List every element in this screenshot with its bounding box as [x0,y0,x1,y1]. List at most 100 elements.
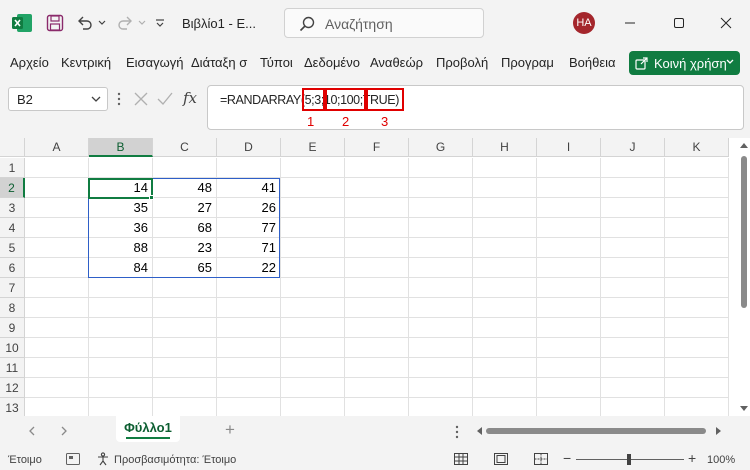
cell-j9[interactable] [601,318,665,338]
cell-g8[interactable] [409,298,473,318]
cell-i7[interactable] [537,278,601,298]
cell-d1[interactable] [217,158,281,178]
fill-handle[interactable] [149,195,154,200]
cell-j11[interactable] [601,358,665,378]
cell-i8[interactable] [537,298,601,318]
cell-c12[interactable] [153,378,217,398]
cell-k11[interactable] [665,358,729,378]
cell-d7[interactable] [217,278,281,298]
minimize-icon[interactable] [620,13,640,33]
cell-j12[interactable] [601,378,665,398]
cell-i1[interactable] [537,158,601,178]
cell-g9[interactable] [409,318,473,338]
page-break-view-icon[interactable] [534,453,548,465]
cell-j2[interactable] [601,178,665,198]
row-header-4[interactable]: 4 [0,218,25,238]
cell-j1[interactable] [601,158,665,178]
cell-e5[interactable] [281,238,345,258]
vertical-scrollbar[interactable] [738,138,750,416]
row-header-6[interactable]: 6 [0,258,25,278]
horizontal-scroll-thumb[interactable] [486,428,706,434]
tab-data[interactable]: Δεδομένο [304,55,360,70]
scroll-left-icon[interactable] [476,427,482,435]
cell-f1[interactable] [345,158,409,178]
cell-e4[interactable] [281,218,345,238]
cancel-icon[interactable] [134,92,148,106]
cell-g6[interactable] [409,258,473,278]
cell-f13[interactable] [345,398,409,418]
cell-j3[interactable] [601,198,665,218]
cell-h2[interactable] [473,178,537,198]
search-box[interactable]: Αναζήτηση [284,8,484,38]
cell-b5[interactable]: 88 [89,238,153,258]
cell-k1[interactable] [665,158,729,178]
row-header-1[interactable]: 1 [0,158,25,178]
cell-j4[interactable] [601,218,665,238]
cell-i2[interactable] [537,178,601,198]
more-options-icon[interactable] [455,425,459,439]
cell-b8[interactable] [89,298,153,318]
cell-h7[interactable] [473,278,537,298]
cell-g11[interactable] [409,358,473,378]
cell-i6[interactable] [537,258,601,278]
cell-e2[interactable] [281,178,345,198]
cell-k4[interactable] [665,218,729,238]
cell-k13[interactable] [665,398,729,418]
cell-b7[interactable] [89,278,153,298]
close-icon[interactable] [716,13,736,33]
cell-k12[interactable] [665,378,729,398]
column-header-c[interactable]: C [153,138,217,157]
cell-a11[interactable] [25,358,89,378]
tab-file[interactable]: Αρχείο [10,55,49,70]
horizontal-scrollbar[interactable] [476,426,724,436]
column-header-k[interactable]: K [665,138,729,157]
cell-j13[interactable] [601,398,665,418]
more-options-icon[interactable] [117,92,121,106]
normal-view-icon[interactable] [454,453,468,465]
cell-d9[interactable] [217,318,281,338]
cell-d10[interactable] [217,338,281,358]
cell-e1[interactable] [281,158,345,178]
cell-e13[interactable] [281,398,345,418]
row-header-8[interactable]: 8 [0,298,25,318]
page-layout-view-icon[interactable] [494,453,508,465]
cell-a2[interactable] [25,178,89,198]
cell-c5[interactable]: 23 [153,238,217,258]
cell-h9[interactable] [473,318,537,338]
cell-f5[interactable] [345,238,409,258]
cell-k9[interactable] [665,318,729,338]
vertical-scroll-thumb[interactable] [741,156,747,308]
add-sheet-button[interactable]: + [225,420,235,440]
cell-a7[interactable] [25,278,89,298]
cell-g7[interactable] [409,278,473,298]
chevron-left-icon[interactable] [28,426,36,436]
cell-c4[interactable]: 68 [153,218,217,238]
cell-k8[interactable] [665,298,729,318]
redo-icon[interactable] [114,12,136,34]
cell-i9[interactable] [537,318,601,338]
cell-j8[interactable] [601,298,665,318]
cell-c6[interactable]: 65 [153,258,217,278]
status-accessibility[interactable]: Προσβασιμότητα: Έτοιμο [114,454,236,466]
cell-b6[interactable]: 84 [89,258,153,278]
cell-i12[interactable] [537,378,601,398]
cell-d3[interactable]: 26 [217,198,281,218]
cell-f2[interactable] [345,178,409,198]
scroll-down-icon[interactable] [740,406,748,412]
cell-b1[interactable] [89,158,153,178]
customize-toolbar-icon[interactable] [152,12,168,34]
cell-c11[interactable] [153,358,217,378]
cell-i5[interactable] [537,238,601,258]
cell-i4[interactable] [537,218,601,238]
row-header-9[interactable]: 9 [0,318,25,338]
column-header-i[interactable]: I [537,138,601,157]
cell-a10[interactable] [25,338,89,358]
cell-d2[interactable]: 41 [217,178,281,198]
select-all-button[interactable] [0,138,25,157]
cell-e8[interactable] [281,298,345,318]
cell-j10[interactable] [601,338,665,358]
cell-k5[interactable] [665,238,729,258]
document-title[interactable]: Βιβλίο1 - E... [182,16,256,31]
cell-i10[interactable] [537,338,601,358]
cell-h8[interactable] [473,298,537,318]
